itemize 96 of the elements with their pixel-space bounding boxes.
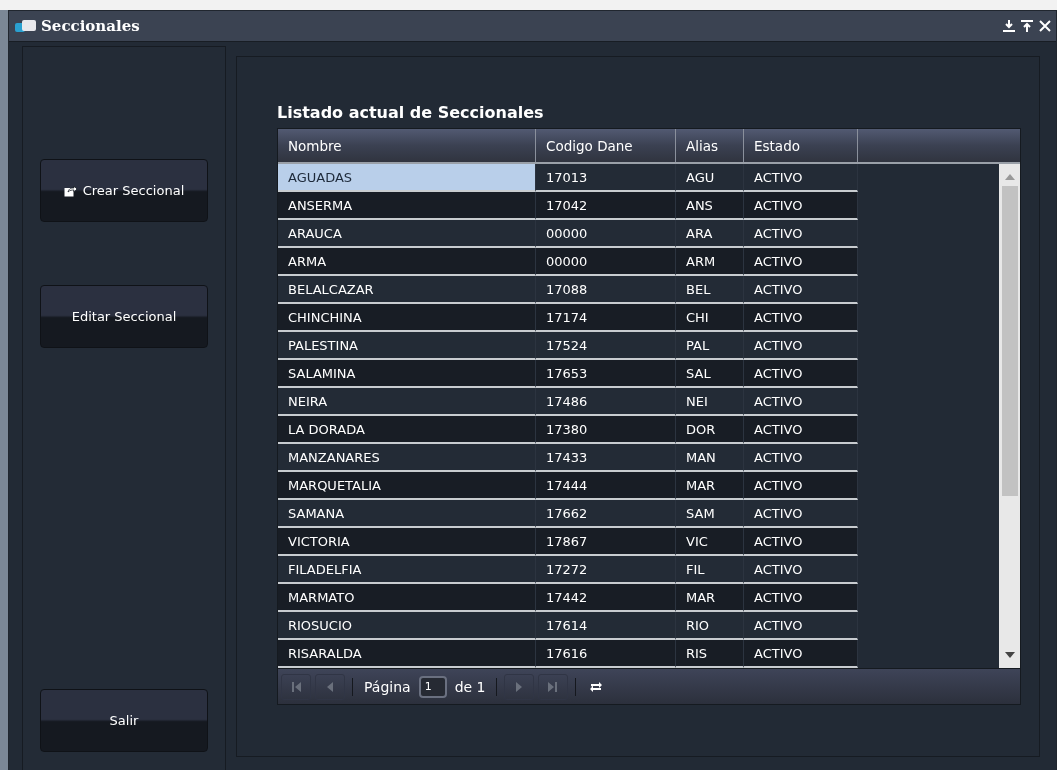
table-cell: ACTIVO [744,500,858,528]
scroll-up-icon[interactable] [1004,174,1015,180]
table-cell: 17433 [536,444,676,472]
table-cell: RIS [676,640,744,668]
table-cell: 17088 [536,276,676,304]
column-header[interactable]: Alias [676,129,744,162]
table-cell: NEIRA [278,388,536,416]
scroll-down-icon[interactable] [1004,652,1015,658]
table-cell: ACTIVO [744,360,858,388]
table-cell: ARAUCA [278,220,536,248]
table-cell: 00000 [536,248,676,276]
table-cell: BELALCAZAR [278,276,536,304]
table-cell: MAR [676,584,744,612]
table-cell: ACTIVO [744,640,858,668]
scrollbar[interactable] [999,164,1020,668]
column-header[interactable]: Codigo Dane [536,129,676,162]
table-cell: MAR [676,472,744,500]
table-cell: 17174 [536,304,676,332]
table-cell: ACTIVO [744,332,858,360]
table-cell: ANSERMA [278,192,536,220]
table-cell: ACTIVO [744,612,858,640]
table-cell: SAMANA [278,500,536,528]
table-cell: VIC [676,528,744,556]
table-cell: 17614 [536,612,676,640]
table-cell: ACTIVO [744,164,858,192]
table-cell: 17486 [536,388,676,416]
table-cell: ACTIVO [744,192,858,220]
column-header[interactable]: Estado [744,129,858,162]
table-cell: ACTIVO [744,528,858,556]
table-cell: ACTIVO [744,276,858,304]
table-cell: SAL [676,360,744,388]
table-cell: ARM [676,248,744,276]
table-cell: SALAMINA [278,360,536,388]
table-cell: MANZANARES [278,444,536,472]
table-cell: MAN [676,444,744,472]
skip-back-icon [290,680,302,693]
table-cell: ACTIVO [744,248,858,276]
create-button[interactable]: Crear Seccional [40,159,208,222]
table-cell: ACTIVO [744,220,858,248]
edit-button[interactable]: Editar Seccional [40,285,208,348]
table-cell: 17616 [536,640,676,668]
window-title: Seccionales [41,17,141,35]
table-cell: FILADELFIA [278,556,536,584]
table-cell: MARMATO [278,584,536,612]
table-cell: 17042 [536,192,676,220]
column-header[interactable]: Nombre [278,129,536,162]
table-cell: LA DORADA [278,416,536,444]
table-cell: ARMA [278,248,536,276]
table-cell: 17653 [536,360,676,388]
table-cell: SAM [676,500,744,528]
skip-forward-icon [547,680,560,693]
table-cell: RIO [676,612,744,640]
table-cell: RIOSUCIO [278,612,536,640]
table-cell: RISARALDA [278,640,536,668]
table-cell: CHI [676,304,744,332]
table-cell: 17442 [536,584,676,612]
download-icon[interactable] [1002,19,1016,33]
table-cell: VICTORIA [278,528,536,556]
table-cell: 17380 [536,416,676,444]
table-cell: 17662 [536,500,676,528]
table-cell: ACTIVO [744,304,858,332]
table-cell: ACTIVO [744,416,858,444]
upload-icon[interactable] [1020,19,1034,33]
table-cell: PAL [676,332,744,360]
table-cell: AGU [676,164,744,192]
page-number-field[interactable]: 1 [418,675,447,698]
table-cell: ARA [676,220,744,248]
table-cell: 17524 [536,332,676,360]
table-cell: MARQUETALIA [278,472,536,500]
table-cell: AGUADAS [278,164,536,192]
window-icon [15,18,37,34]
table-cell: ACTIVO [744,584,858,612]
scrollbar-thumb[interactable] [1001,186,1018,496]
exit-button[interactable]: Salir [40,689,208,752]
table-cell: ACTIVO [744,388,858,416]
table-cell: 00000 [536,220,676,248]
close-icon[interactable] [1038,19,1052,33]
table-cell: BEL [676,276,744,304]
table-cell: CHINCHINA [278,304,536,332]
table-cell: 17444 [536,472,676,500]
table-cell: 17272 [536,556,676,584]
table-cell: ANS [676,192,744,220]
table-cell: ACTIVO [744,444,858,472]
table-cell: 17867 [536,528,676,556]
share-icon [63,184,77,197]
table-cell: ACTIVO [744,472,858,500]
table-cell: PALESTINA [278,332,536,360]
refresh-icon [589,679,604,694]
table-title: Listado actual de Seccionales [277,103,545,122]
table-cell: NEI [676,388,744,416]
page-count-label: de 1 [454,678,486,695]
table-cell: FIL [676,556,744,584]
page-label: Página [364,678,411,695]
table-cell: DOR [676,416,744,444]
table-cell: ACTIVO [744,556,858,584]
table-cell: 17013 [536,164,676,192]
